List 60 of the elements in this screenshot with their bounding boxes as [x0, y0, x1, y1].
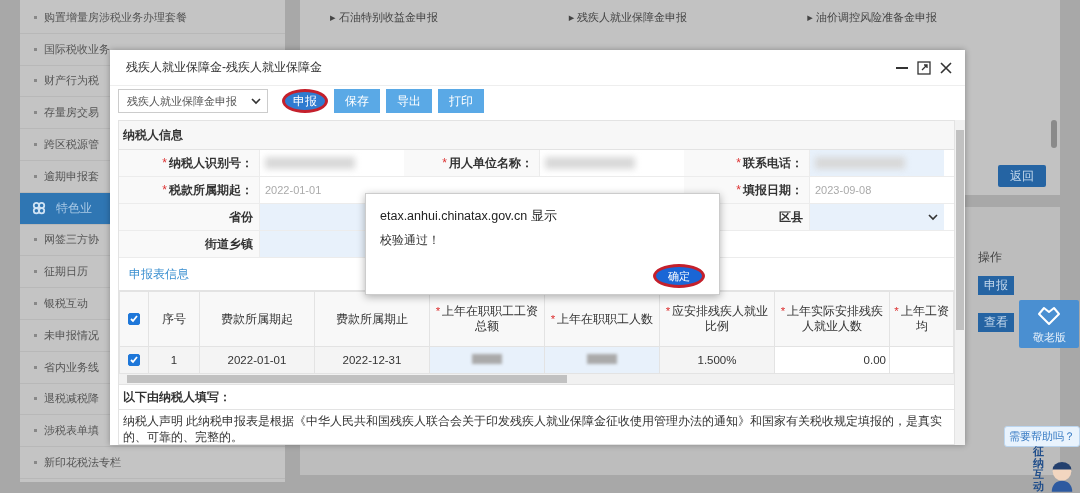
mascot-label: 征纳互动 [1033, 446, 1045, 493]
help-tooltip[interactable]: 需要帮助吗？ [1004, 426, 1080, 447]
column-header: 费款所属期止 [336, 312, 408, 325]
field-label: * 用人单位名称： [442, 154, 533, 172]
toolbar-button[interactable]: 打印 [438, 89, 484, 113]
field-label: 省份 [229, 208, 253, 226]
input-field[interactable]: 2023-09-08 [809, 177, 944, 203]
field-label: * 纳税人识别号： [162, 154, 253, 172]
input-field[interactable] [809, 150, 944, 176]
report-link[interactable]: ▸ 油价调控风险准备金申报 [807, 10, 1046, 25]
field-label: 区县 [779, 208, 803, 226]
report-type-select[interactable]: 残疾人就业保障金申报 [118, 89, 268, 113]
back-button[interactable]: 返回 [998, 165, 1046, 187]
section-title: 纳税人信息 [123, 127, 183, 143]
toolbar-button[interactable]: 保存 [334, 89, 380, 113]
column-header: 序号 [162, 312, 186, 325]
checkbox[interactable] [128, 313, 140, 326]
field-label: 街道乡镇 [205, 235, 253, 253]
horizontal-scrollbar[interactable] [119, 374, 954, 384]
column-header: * 上年在职职工人数 [550, 312, 654, 325]
toolbar-button[interactable]: 申报 [282, 89, 328, 113]
table-cell: 1 [170, 354, 178, 366]
action-button[interactable]: 申报 [978, 276, 1014, 295]
sidebar-item[interactable]: 购置增量房涉税业务办理套餐 [20, 2, 285, 34]
declaration-text: 纳税人声明 此纳税申报表是根据《中华人民共和国残疾人联合会关于印发残疾人就业保障金征收使用管理办法的通知》和国家有关税收规定填报的，是真实的、可靠的、完整的。 [122, 414, 944, 444]
table-cell: 1.500% [697, 354, 737, 366]
field-label: * 联系电话： [736, 154, 803, 172]
scrollbar-thumb[interactable] [1051, 120, 1057, 148]
chevron-down-icon [928, 213, 938, 221]
column-header: * 上年工资均 [894, 305, 949, 332]
checkbox[interactable] [128, 354, 140, 367]
field-label: * 税款所属期起： [162, 181, 253, 199]
alert-message: 校验通过！ [380, 233, 441, 248]
chevron-down-icon [251, 97, 261, 105]
maximize-icon[interactable] [917, 60, 931, 75]
input-field[interactable] [809, 204, 944, 230]
table-cell: 2022-12-31 [342, 354, 402, 366]
table-cell: 2022-01-01 [227, 354, 287, 366]
report-link[interactable]: ▸ 石油特别收益金申报 [330, 10, 569, 25]
toolbar-button[interactable]: 导出 [386, 89, 432, 113]
column-header: 费款所属期起 [221, 312, 293, 325]
input-field[interactable]: 0.00 [863, 354, 886, 366]
confirm-button[interactable]: 确定 [653, 264, 705, 288]
section-title: 以下由纳税人填写： [123, 389, 231, 405]
column-header: * 上年在职职工工资总额 [435, 305, 539, 332]
cloverleaf-icon [32, 201, 46, 216]
sidebar-item[interactable]: 新印花税法专栏 [20, 447, 285, 479]
section-title: 申报表信息 [129, 266, 189, 282]
close-icon[interactable] [939, 60, 953, 75]
action-button[interactable]: 查看 [978, 313, 1014, 332]
vertical-scrollbar[interactable] [955, 120, 965, 445]
elder-mode-button[interactable]: 敬老版 [1019, 300, 1079, 348]
field-label: * 填报日期： [736, 181, 803, 199]
column-header: 操作 [978, 249, 1002, 266]
column-header: * 应安排残疾人就业比例 [665, 305, 769, 332]
alert-title: etax.anhui.chinatax.gov.cn 显示 [380, 208, 558, 225]
blurred-value [472, 354, 502, 364]
report-link[interactable]: ▸ 残疾人就业保障金申报 [568, 10, 808, 25]
blurred-value [587, 354, 617, 364]
column-header: * 上年实际安排残疾人就业人数 [780, 305, 884, 332]
